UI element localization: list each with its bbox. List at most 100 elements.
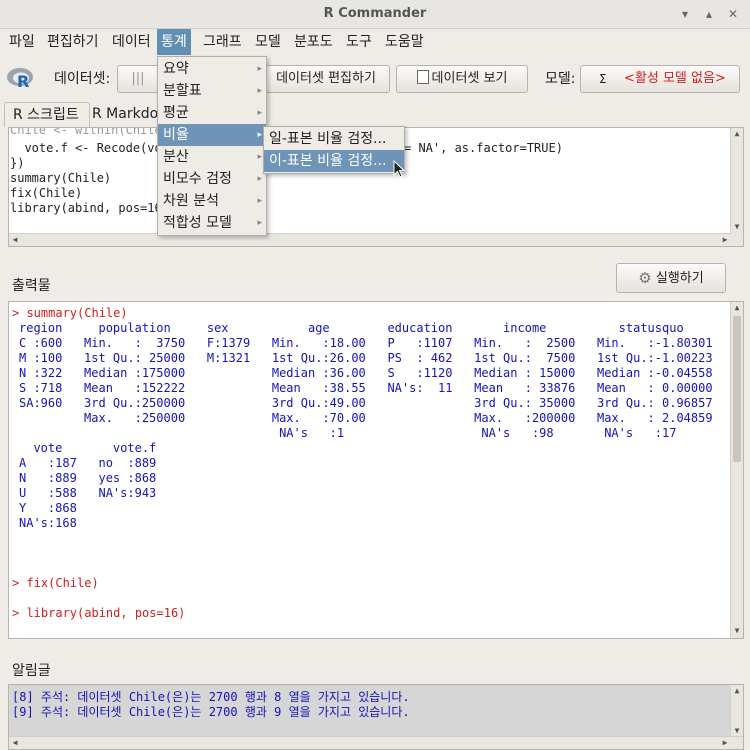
scroll-up-icon[interactable]: ▲ [732, 686, 742, 696]
scroll-down-icon[interactable]: ▼ [732, 222, 742, 232]
menu-data[interactable]: 데이터 [108, 29, 155, 55]
output-line: U :588 NA's:943 [19, 486, 157, 500]
menu-item-contingency-tables[interactable]: 분할표 ▸ [158, 80, 266, 102]
output-command: > fix(Chile) [12, 576, 99, 590]
svg-text:R: R [17, 72, 29, 90]
submenu-arrow-icon: ▸ [257, 86, 262, 96]
menu-models[interactable]: 모델 [251, 29, 285, 55]
output-command: > library(abind, pos=16) [12, 606, 186, 620]
menu-item-label: 차원 분석 [163, 193, 219, 209]
output-line: S :718 Mean :152222 Mean :38.55 NA's: 11… [19, 381, 713, 395]
view-dataset-button[interactable]: 데이터셋 보기 [396, 65, 528, 93]
menu-graphs[interactable]: 그래프 [199, 29, 246, 55]
scroll-left-icon[interactable]: ◀ [10, 738, 20, 748]
output-line: Y :868 [19, 501, 77, 515]
active-model-value: <활성 모델 없음> [624, 71, 726, 86]
submenu-arrow-icon: ▸ [257, 64, 262, 74]
menu-item-two-sample-proportions-test[interactable]: 이-표본 비율 검정... [264, 150, 404, 172]
view-dataset-label: 데이터셋 보기 [431, 71, 508, 86]
menu-item-fit-models[interactable]: 적합성 모델 ▸ [158, 212, 266, 234]
mouse-cursor-icon [393, 160, 405, 178]
sigma-icon: Σ [599, 72, 607, 86]
output-line: Max. :250000 Max. :70.00 Max. :200000 Ma… [19, 411, 713, 425]
r-logo-icon: R [7, 68, 33, 90]
edit-dataset-button[interactable]: 데이터셋 편집하기 [262, 65, 390, 93]
menu-item-single-sample-proportion-test[interactable]: 일-표본 비율 검정... [264, 128, 404, 150]
menu-help[interactable]: 도움말 [381, 29, 428, 55]
output-line: N :322 Median :175000 Median :36.00 S :1… [19, 366, 713, 380]
submenu-arrow-icon: ▸ [257, 174, 262, 184]
model-selector[interactable]: Σ <활성 모델 없음> [580, 65, 740, 93]
close-icon[interactable]: ✕ [726, 7, 740, 21]
output-line: NA's :1 NA's :98 NA's :17 [19, 426, 677, 440]
scroll-left-icon[interactable]: ◀ [10, 235, 20, 245]
output-panel[interactable]: > summary(Chile) region population sex a… [8, 301, 744, 639]
statistics-menu: 요약 ▸ 분할표 ▸ 평균 ▸ 비율 ▸ 분산 ▸ 비모수 검정 ▸ 차원 분석 ▸ 적합성 … [157, 56, 267, 236]
script-line: }) [10, 156, 25, 170]
menu-item-nonparametric-tests[interactable]: 비모수 검정 ▸ [158, 168, 266, 190]
submenu-arrow-icon: ▸ [257, 108, 262, 118]
submenu-arrow-icon: ▸ [257, 196, 262, 206]
output-line: N :889 yes :868 [19, 471, 157, 485]
script-vertical-scrollbar[interactable]: ▲ ▼ [730, 128, 743, 246]
menu-item-label: 요약 [163, 61, 189, 77]
output-line: SA:960 3rd Qu.:250000 3rd Qu.:49.00 3rd … [19, 396, 713, 410]
scroll-right-icon[interactable]: ▶ [720, 738, 730, 748]
menu-tools[interactable]: 도구 [342, 29, 376, 55]
menu-bar: 파일 편집하기 데이터 통계 그래프 모델 분포도 도구 도움말 [0, 29, 750, 55]
output-line: vote vote.f [19, 441, 157, 455]
messages-horizontal-scrollbar[interactable]: ◀ ▶ [9, 736, 743, 749]
window-title: R Commander [323, 6, 427, 21]
menu-item-summaries[interactable]: 요약 ▸ [158, 58, 266, 80]
output-scroll-thumb[interactable] [733, 316, 741, 462]
scroll-up-icon[interactable]: ▲ [732, 129, 742, 139]
messages-vertical-scrollbar[interactable]: ▲ ▼ [730, 685, 743, 737]
minimize-icon[interactable]: ▾ [678, 7, 692, 21]
menu-item-label: 분할표 [163, 83, 202, 99]
menu-item-dimensional-analysis[interactable]: 차원 분석 ▸ [158, 190, 266, 212]
scroll-down-icon[interactable]: ▼ [732, 726, 742, 736]
script-line: summary(Chile) [10, 171, 112, 185]
menu-item-label: 비모수 검정 [163, 171, 232, 187]
run-button[interactable]: ⚙ 실행하기 [616, 263, 726, 293]
menu-item-proportions[interactable]: 비율 ▸ [158, 124, 266, 146]
maximize-icon[interactable]: ▴ [702, 7, 716, 21]
menu-item-label: 적합성 모델 [163, 215, 232, 231]
dataset-selector[interactable]: ||| [117, 65, 159, 93]
message-line: [9] 주석: 데이터셋 Chile(은)는 2700 행과 9 열을 가지고 … [12, 705, 410, 719]
gear-icon: ⚙ [638, 269, 652, 287]
output-line: C :600 Min. : 3750 F:1379 Min. :18.00 P … [19, 336, 713, 350]
tab-r-script[interactable]: R 스크립트 [4, 102, 90, 127]
output-line: region population sex age education inco… [19, 321, 684, 335]
proportions-submenu: 일-표본 비율 검정... 이-표본 비율 검정... [263, 126, 405, 174]
submenu-arrow-icon: ▸ [257, 218, 262, 228]
menu-edit[interactable]: 편집하기 [43, 29, 103, 55]
scroll-up-icon[interactable]: ▲ [732, 303, 742, 313]
scroll-down-icon[interactable]: ▼ [732, 626, 742, 636]
menu-item-means[interactable]: 평균 ▸ [158, 102, 266, 124]
menu-item-variances[interactable]: 분산 ▸ [158, 146, 266, 168]
view-dataset-icon [416, 70, 429, 84]
output-command: > summary(Chile) [12, 306, 128, 320]
menu-file[interactable]: 파일 [5, 29, 39, 55]
menu-item-label: 비율 [163, 127, 189, 143]
menu-item-label: 분산 [163, 149, 189, 165]
dataset-label: 데이터셋: [54, 71, 111, 87]
output-line: NA's:168 [19, 516, 77, 530]
script-line-tail: = NA', as.factor=TRUE) [404, 141, 563, 155]
menu-distributions[interactable]: 분포도 [290, 29, 337, 55]
scroll-right-icon[interactable]: ▶ [720, 235, 730, 245]
messages-label: 알림글 [12, 663, 51, 679]
script-line: library(abind, pos=16 [10, 201, 162, 215]
messages-panel[interactable]: [8] 주석: 데이터셋 Chile(은)는 2700 행과 8 열을 가지고 … [8, 684, 744, 750]
run-button-label: 실행하기 [655, 271, 704, 286]
script-line: fix(Chile) [10, 186, 83, 200]
title-bar: R Commander ▾ ▴ ✕ [0, 0, 750, 29]
model-label: 모델: [545, 71, 576, 87]
script-horizontal-scrollbar[interactable]: ◀ ▶ [9, 233, 731, 246]
output-vertical-scrollbar[interactable]: ▲ ▼ [730, 302, 743, 638]
output-label: 출력물 [12, 278, 51, 294]
menu-statistics[interactable]: 통계 [157, 29, 191, 55]
output-line: M :100 1st Qu.: 25000 M:1321 1st Qu.:26.… [19, 351, 713, 365]
output-line: A :187 no :889 [19, 456, 157, 470]
